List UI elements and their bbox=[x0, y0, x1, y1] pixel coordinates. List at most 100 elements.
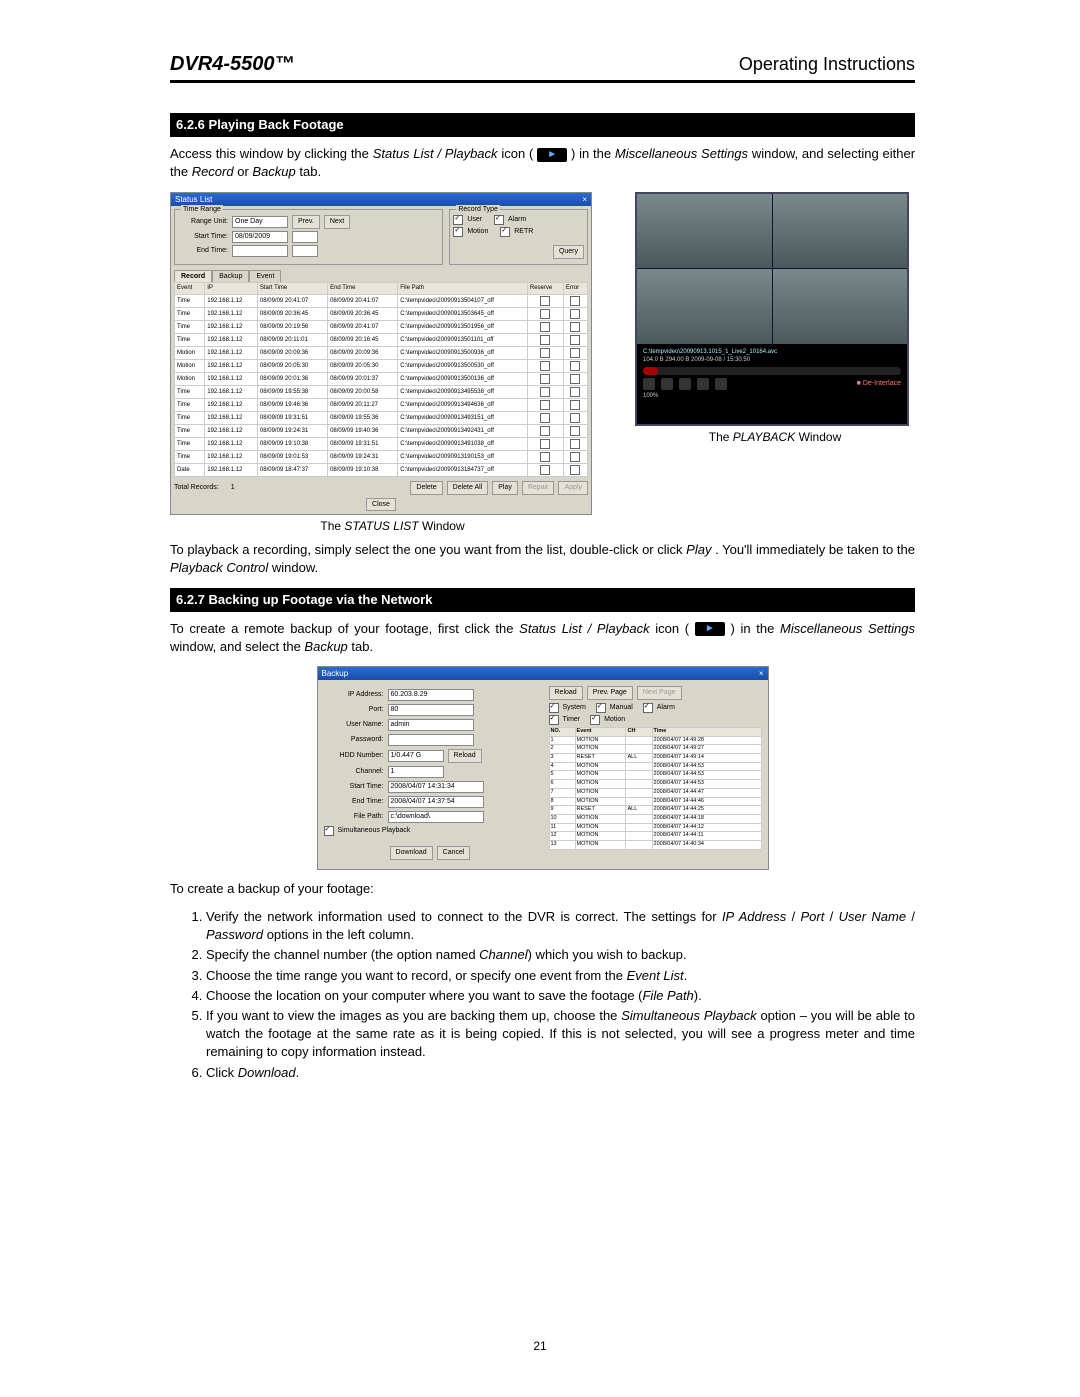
table-row[interactable]: 9RESETALL2008/04/07 14:44:25 bbox=[549, 806, 761, 815]
table-row[interactable]: 5MOTION2008/04/07 14:44:53 bbox=[549, 771, 761, 780]
reserve-checkbox[interactable] bbox=[540, 465, 550, 475]
start-time-time[interactable] bbox=[292, 231, 318, 243]
table-row[interactable]: 12MOTION2008/04/07 14:44:11 bbox=[549, 832, 761, 841]
table-row[interactable]: Motion192.168.1.1208/09/09 20:05:3008/09… bbox=[175, 359, 588, 372]
error-checkbox[interactable] bbox=[570, 348, 580, 358]
query-button[interactable]: Query bbox=[553, 245, 584, 259]
progress-bar[interactable] bbox=[643, 367, 901, 375]
pwd-input[interactable] bbox=[388, 734, 474, 746]
cancel-button[interactable]: Cancel bbox=[437, 846, 471, 860]
reserve-checkbox[interactable] bbox=[540, 361, 550, 371]
reserve-checkbox[interactable] bbox=[540, 452, 550, 462]
error-checkbox[interactable] bbox=[570, 387, 580, 397]
hdd-select[interactable]: 1/0.447 G bbox=[388, 750, 444, 762]
reserve-checkbox[interactable] bbox=[540, 387, 550, 397]
records-table[interactable]: Event IP Start Time End Time File Path R… bbox=[174, 282, 588, 476]
reload-button[interactable]: Reload bbox=[448, 749, 482, 763]
event-table[interactable]: NO. Event CH Time 1MOTION2008/04/07 14:4… bbox=[549, 727, 762, 850]
error-checkbox[interactable] bbox=[570, 400, 580, 410]
user-input[interactable]: admin bbox=[388, 719, 474, 731]
alarm-checkbox[interactable] bbox=[643, 703, 653, 713]
tab-backup[interactable]: Backup bbox=[212, 270, 249, 283]
error-checkbox[interactable] bbox=[570, 413, 580, 423]
error-checkbox[interactable] bbox=[570, 296, 580, 306]
reserve-checkbox[interactable] bbox=[540, 296, 550, 306]
error-checkbox[interactable] bbox=[570, 374, 580, 384]
prev-button[interactable]: Prev. bbox=[292, 215, 320, 229]
table-row[interactable]: 13MOTION2008/04/07 14:40:34 bbox=[549, 840, 761, 849]
table-row[interactable]: 3RESETALL2008/04/07 14:49:14 bbox=[549, 754, 761, 763]
table-row[interactable]: Time192.168.1.1208/09/09 20:11:0108/09/0… bbox=[175, 333, 588, 346]
next-button[interactable]: Next bbox=[324, 215, 350, 229]
end-time-input[interactable]: 2008/04/07 14:37:54 bbox=[388, 796, 484, 808]
system-checkbox[interactable] bbox=[549, 703, 559, 713]
table-row[interactable]: Time192.168.1.1208/09/09 20:41:0708/09/0… bbox=[175, 294, 588, 307]
close-button[interactable]: Close bbox=[366, 498, 396, 512]
start-time-input[interactable]: 08/09/2009 bbox=[232, 231, 288, 243]
alarm-checkbox[interactable] bbox=[494, 215, 504, 225]
tab-event[interactable]: Event bbox=[249, 270, 281, 283]
table-row[interactable]: 8MOTION2008/04/07 14:44:46 bbox=[549, 797, 761, 806]
table-row[interactable]: 4MOTION2008/04/07 14:44:53 bbox=[549, 762, 761, 771]
table-row[interactable]: 10MOTION2008/04/07 14:44:18 bbox=[549, 814, 761, 823]
motion-checkbox[interactable] bbox=[590, 715, 600, 725]
camera-view-3[interactable] bbox=[637, 269, 772, 344]
play-button[interactable]: Play bbox=[492, 481, 518, 495]
reserve-checkbox[interactable] bbox=[540, 374, 550, 384]
reserve-checkbox[interactable] bbox=[540, 322, 550, 332]
error-checkbox[interactable] bbox=[570, 426, 580, 436]
table-row[interactable]: 7MOTION2008/04/07 14:44:47 bbox=[549, 788, 761, 797]
table-row[interactable]: Date192.168.1.1208/09/09 18:47:3708/09/0… bbox=[175, 463, 588, 476]
error-checkbox[interactable] bbox=[570, 322, 580, 332]
table-row[interactable]: Time192.168.1.1208/09/09 19:01:5308/09/0… bbox=[175, 450, 588, 463]
table-row[interactable]: Time192.168.1.1208/09/09 19:46:3608/09/0… bbox=[175, 398, 588, 411]
port-input[interactable]: 80 bbox=[388, 704, 474, 716]
table-row[interactable]: Time192.168.1.1208/09/09 19:10:3808/09/0… bbox=[175, 437, 588, 450]
range-unit-select[interactable]: One Day bbox=[232, 216, 288, 228]
manual-checkbox[interactable] bbox=[596, 703, 606, 713]
table-row[interactable]: Motion192.168.1.1208/09/09 20:01:3608/09… bbox=[175, 372, 588, 385]
reload-button[interactable]: Reload bbox=[549, 686, 583, 700]
reserve-checkbox[interactable] bbox=[540, 426, 550, 436]
channel-select[interactable]: 1 bbox=[388, 766, 444, 778]
deinterlace-toggle[interactable]: ■ De-Interlace bbox=[857, 379, 901, 389]
download-button[interactable]: Download bbox=[390, 846, 433, 860]
end-time-input[interactable] bbox=[232, 245, 288, 257]
table-row[interactable]: Time192.168.1.1208/09/09 20:19:5608/09/0… bbox=[175, 320, 588, 333]
timer-checkbox[interactable] bbox=[549, 715, 559, 725]
repair-button[interactable]: Repair bbox=[522, 481, 555, 495]
camera-view-2[interactable] bbox=[773, 194, 908, 269]
table-row[interactable]: Time192.168.1.1208/09/09 19:31:5108/09/0… bbox=[175, 411, 588, 424]
end-time-time[interactable] bbox=[292, 245, 318, 257]
table-row[interactable]: 2MOTION2008/04/07 14:49:27 bbox=[549, 745, 761, 754]
retr-checkbox[interactable] bbox=[500, 227, 510, 237]
camera-view-4[interactable] bbox=[773, 269, 908, 344]
forward-icon[interactable] bbox=[715, 378, 727, 390]
reserve-checkbox[interactable] bbox=[540, 335, 550, 345]
reserve-checkbox[interactable] bbox=[540, 348, 550, 358]
reserve-checkbox[interactable] bbox=[540, 309, 550, 319]
close-icon[interactable]: × bbox=[759, 668, 764, 679]
motion-checkbox[interactable] bbox=[453, 227, 463, 237]
table-row[interactable]: 1MOTION2008/04/07 14:49:28 bbox=[549, 736, 761, 745]
ip-input[interactable]: 60.203.8.29 bbox=[388, 689, 474, 701]
next-page-button[interactable]: Next Page bbox=[637, 686, 682, 700]
rewind-icon[interactable] bbox=[697, 378, 709, 390]
simultaneous-checkbox[interactable] bbox=[324, 826, 334, 836]
reserve-checkbox[interactable] bbox=[540, 400, 550, 410]
reserve-checkbox[interactable] bbox=[540, 439, 550, 449]
delete-all-button[interactable]: Delete All bbox=[447, 481, 489, 495]
apply-button[interactable]: Apply bbox=[558, 481, 588, 495]
start-time-input[interactable]: 2008/04/07 14:31:34 bbox=[388, 781, 484, 793]
play-icon[interactable] bbox=[661, 378, 673, 390]
stop-icon[interactable] bbox=[643, 378, 655, 390]
reserve-checkbox[interactable] bbox=[540, 413, 550, 423]
close-icon[interactable]: × bbox=[582, 194, 587, 205]
error-checkbox[interactable] bbox=[570, 335, 580, 345]
table-row[interactable]: Time192.168.1.1208/09/09 20:36:4508/09/0… bbox=[175, 307, 588, 320]
table-row[interactable]: 6MOTION2008/04/07 14:44:53 bbox=[549, 780, 761, 789]
table-row[interactable]: Time192.168.1.1208/09/09 19:24:3108/09/0… bbox=[175, 424, 588, 437]
table-row[interactable]: Time192.168.1.1208/09/09 19:55:3808/09/0… bbox=[175, 385, 588, 398]
table-row[interactable]: 11MOTION2008/04/07 14:44:12 bbox=[549, 823, 761, 832]
error-checkbox[interactable] bbox=[570, 439, 580, 449]
